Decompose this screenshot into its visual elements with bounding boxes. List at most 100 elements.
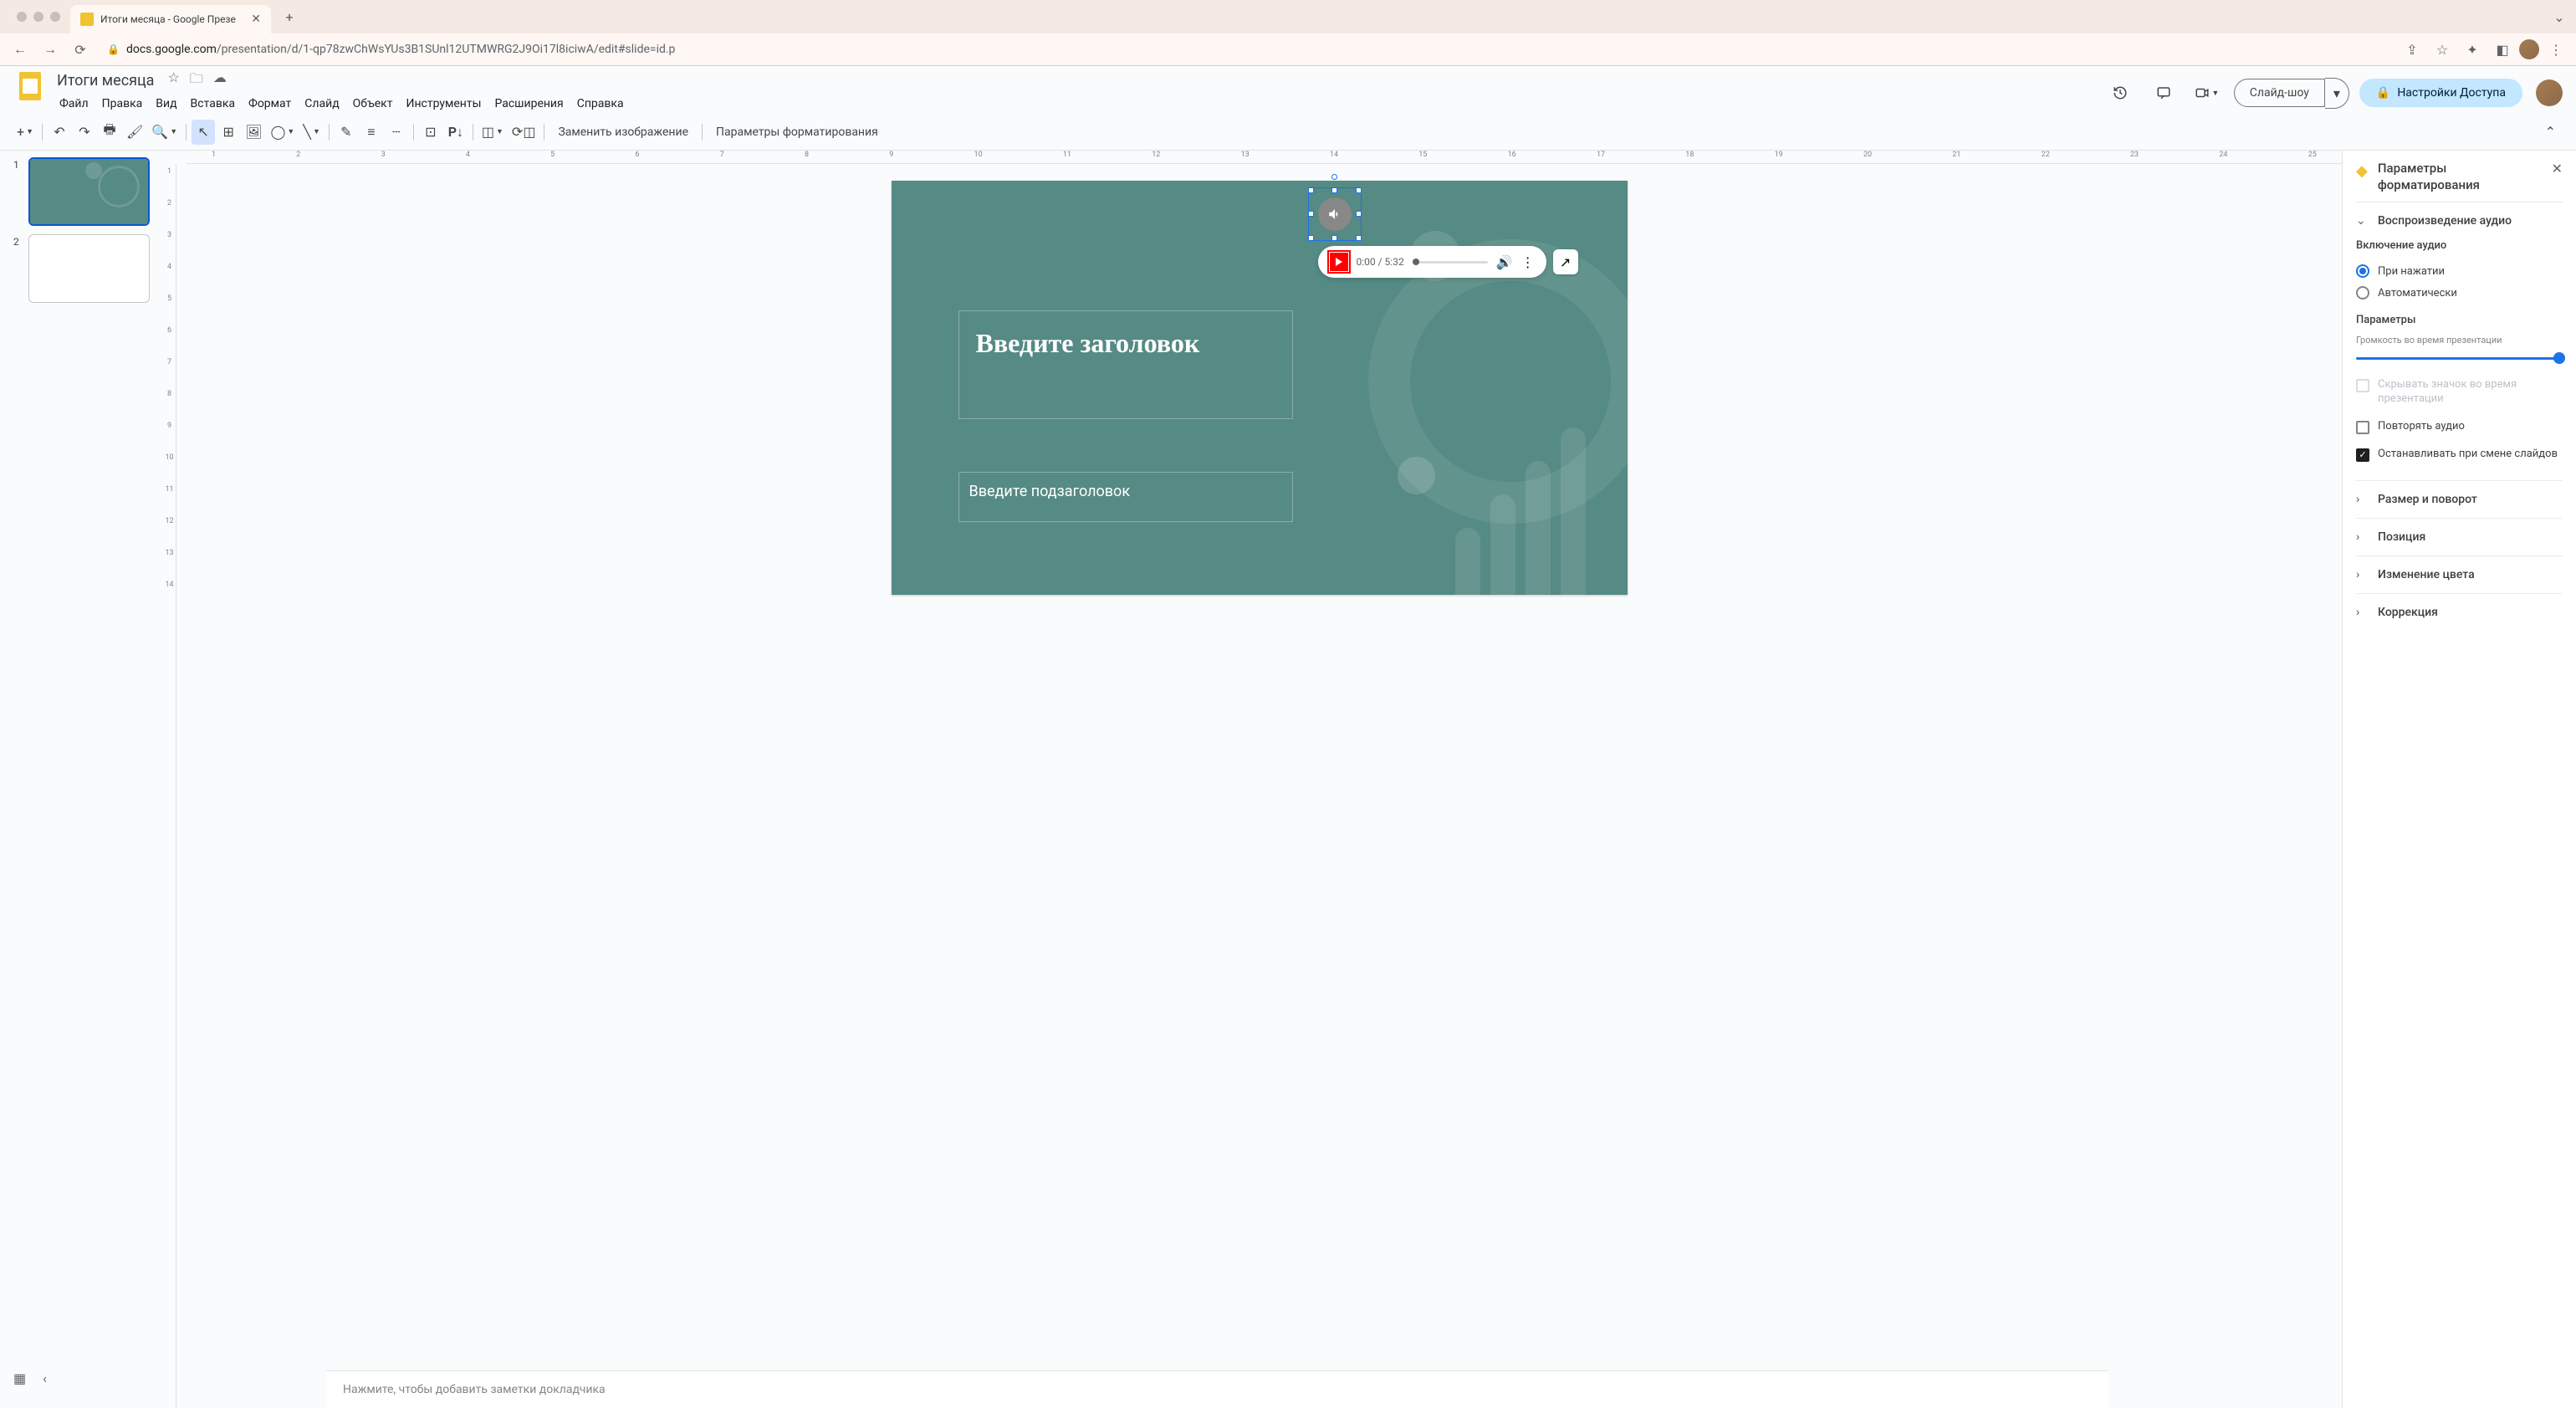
account-avatar[interactable] xyxy=(2536,79,2563,106)
slideshow-dropdown[interactable]: ▾ xyxy=(2325,78,2349,109)
bookmark-icon[interactable]: ☆ xyxy=(2429,36,2456,63)
select-tool[interactable]: ↖ xyxy=(192,120,215,145)
explore-icon[interactable]: ‹ xyxy=(43,1370,47,1386)
resize-handle[interactable] xyxy=(1356,235,1362,241)
new-slide-button[interactable]: +▼ xyxy=(13,120,37,145)
new-tab-button[interactable]: + xyxy=(278,5,301,28)
border-color-button[interactable]: ✎ xyxy=(335,120,358,145)
comments-icon[interactable] xyxy=(2147,76,2180,110)
replace-image-text[interactable]: Заменить изображение xyxy=(549,125,697,139)
resize-handle[interactable] xyxy=(1308,187,1314,193)
radio-on-click[interactable]: При нажатии xyxy=(2356,260,2563,282)
audio-menu-icon[interactable]: ⋮ xyxy=(1521,254,1535,270)
volume-slider[interactable] xyxy=(2356,357,2563,360)
section-audio-playback[interactable]: ⌄ Воспроизведение аудио xyxy=(2356,214,2563,228)
slideshow-main[interactable]: Слайд-шоу xyxy=(2234,79,2325,107)
popout-icon[interactable]: ↗ xyxy=(1553,249,1578,274)
speaker-icon xyxy=(1318,197,1352,231)
slides-logo[interactable] xyxy=(13,69,47,103)
radio-automatically[interactable]: Автоматически xyxy=(2356,282,2563,304)
paint-format-button[interactable]: 🖌 xyxy=(123,120,146,145)
slide-thumb-1[interactable]: 1 xyxy=(13,157,156,226)
close-window[interactable] xyxy=(17,12,27,22)
title-placeholder[interactable]: Введите заголовок xyxy=(958,310,1293,419)
vertical-ruler: 1234567891011121314 xyxy=(163,164,176,1408)
resize-handle[interactable] xyxy=(1308,235,1314,241)
resize-handle[interactable] xyxy=(1356,211,1362,217)
border-dash-button[interactable]: ┄ xyxy=(385,120,408,145)
checkbox-loop-audio[interactable]: Повторять аудио xyxy=(2356,413,2563,441)
slide-thumb-2[interactable]: 2 xyxy=(13,234,156,303)
section-recolor[interactable]: › Изменение цвета xyxy=(2356,568,2563,581)
move-icon[interactable]: 🗀 xyxy=(190,69,203,92)
address-bar[interactable]: 🔒 docs.google.com/presentation/d/1-qp78z… xyxy=(97,37,2395,62)
audio-object-selected[interactable] xyxy=(1318,197,1352,231)
menu-help[interactable]: Справка xyxy=(571,94,630,114)
textbox-tool[interactable]: ⊞ xyxy=(217,120,240,145)
section-adjustments[interactable]: › Коррекция xyxy=(2356,606,2563,619)
share-button[interactable]: 🔒 Настройки Доступа xyxy=(2359,79,2522,107)
mask-button[interactable]: ◫▼ xyxy=(478,120,507,145)
speaker-notes[interactable]: Нажмите, чтобы добавить заметки докладчи… xyxy=(326,1370,2108,1408)
reset-image-button[interactable]: P↓ xyxy=(444,120,468,145)
expand-tabs-icon[interactable]: ⌄ xyxy=(2549,7,2569,27)
play-button[interactable] xyxy=(1330,253,1348,271)
menu-edit[interactable]: Правка xyxy=(96,94,149,114)
menu-file[interactable]: Файл xyxy=(54,94,95,114)
resize-handle[interactable] xyxy=(1331,187,1337,193)
collapse-toolbar-icon[interactable]: ⌃ xyxy=(2538,124,2563,140)
slide-canvas[interactable]: Введите заголовок Введите подзаголовок xyxy=(892,181,1628,595)
image-tool[interactable]: 🖼 xyxy=(242,120,265,145)
shape-tool[interactable]: ◯▼ xyxy=(267,120,298,145)
menu-insert[interactable]: Вставка xyxy=(185,94,241,114)
audio-player: 0:00 / 5:32 🔊 ⋮ ↗ xyxy=(1318,246,1578,278)
close-tab-icon[interactable]: ✕ xyxy=(251,13,261,26)
redo-button[interactable]: ↷ xyxy=(73,120,96,145)
menu-object[interactable]: Объект xyxy=(347,94,399,114)
crop-button[interactable]: ⊡ xyxy=(419,120,442,145)
forward-button[interactable]: → xyxy=(37,36,64,63)
replace-image-button[interactable]: ⟳◫ xyxy=(509,120,539,145)
minimize-window[interactable] xyxy=(33,12,43,22)
browser-menu-icon[interactable]: ⋮ xyxy=(2543,36,2569,63)
sidepanel-icon[interactable]: ◧ xyxy=(2489,36,2516,63)
star-icon[interactable]: ☆ xyxy=(167,69,179,92)
undo-button[interactable]: ↶ xyxy=(48,120,71,145)
document-title[interactable]: Итоги месяца xyxy=(54,70,157,91)
border-weight-button[interactable]: ≡ xyxy=(360,120,383,145)
menu-view[interactable]: Вид xyxy=(150,94,182,114)
rotate-handle[interactable] xyxy=(1331,174,1337,180)
line-tool[interactable]: ╲▼ xyxy=(299,120,324,145)
section-position[interactable]: › Позиция xyxy=(2356,530,2563,544)
browser-tab[interactable]: Итоги месяца - Google Презе ✕ xyxy=(70,5,271,33)
tab-bar: Итоги месяца - Google Презе ✕ + ⌄ xyxy=(0,0,2576,33)
present-camera-icon[interactable]: ▼ xyxy=(2190,76,2224,110)
zoom-button[interactable]: 🔍▼ xyxy=(148,120,181,145)
menu-slide[interactable]: Слайд xyxy=(299,94,345,114)
back-button[interactable]: ← xyxy=(7,36,33,63)
menu-tools[interactable]: Инструменты xyxy=(400,94,487,114)
volume-icon[interactable]: 🔊 xyxy=(1496,254,1513,270)
resize-handle[interactable] xyxy=(1331,235,1337,241)
maximize-window[interactable] xyxy=(50,12,60,22)
grid-view-icon[interactable]: ▦ xyxy=(13,1370,26,1386)
format-panel-icon: ◆ xyxy=(2356,161,2368,180)
resize-handle[interactable] xyxy=(1308,211,1314,217)
format-options-text[interactable]: Параметры форматирования xyxy=(708,125,887,139)
checkbox-stop-on-change[interactable]: ✓ Останавливать при смене слайдов xyxy=(2356,441,2563,468)
cloud-status-icon[interactable]: ☁ xyxy=(213,69,227,92)
menu-extensions[interactable]: Расширения xyxy=(488,94,569,114)
menu-format[interactable]: Формат xyxy=(243,94,297,114)
section-size-rotation[interactable]: › Размер и поворот xyxy=(2356,493,2563,506)
print-button[interactable]: 🖶 xyxy=(98,120,121,145)
profile-avatar[interactable] xyxy=(2519,39,2539,59)
subtitle-placeholder[interactable]: Введите подзаголовок xyxy=(958,472,1293,522)
horizontal-ruler: 1234567891011121314151617181920212223242… xyxy=(187,151,2342,164)
share-icon[interactable]: ⇪ xyxy=(2399,36,2425,63)
resize-handle[interactable] xyxy=(1356,187,1362,193)
close-panel-icon[interactable]: ✕ xyxy=(2552,161,2563,177)
history-icon[interactable] xyxy=(2103,76,2137,110)
audio-scrubber[interactable] xyxy=(1413,261,1488,264)
reload-button[interactable]: ⟳ xyxy=(67,36,94,63)
extensions-icon[interactable]: ✦ xyxy=(2459,36,2486,63)
